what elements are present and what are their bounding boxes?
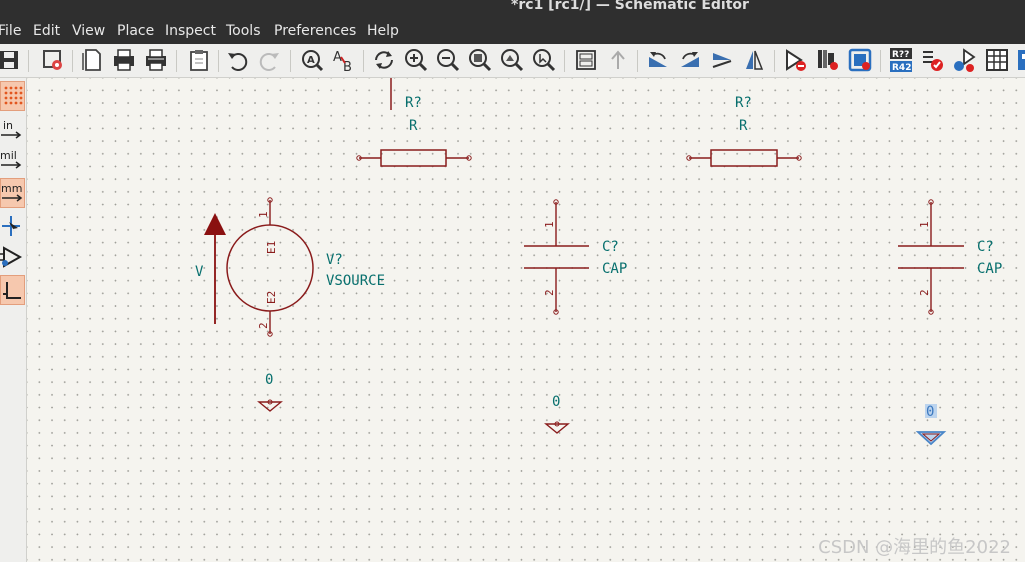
vsource-pin1-name: E1 <box>265 241 278 254</box>
ground-symbol-3[interactable]: 0 <box>915 404 947 446</box>
resistor-r2[interactable]: R? R <box>686 95 802 167</box>
vsource-pin1-number: 1 <box>257 211 270 218</box>
c1-pin2: 2 <box>543 289 556 296</box>
capacitor-c2[interactable]: 1 2 C? CAP <box>898 199 1002 315</box>
ground-symbol-2[interactable]: 0 <box>544 394 570 434</box>
c2-value: CAP <box>977 261 1002 277</box>
ground2-label: 0 <box>552 394 560 410</box>
c1-pin1: 1 <box>543 221 556 228</box>
vsource-pin2-number: 2 <box>257 322 270 329</box>
c1-reference: C? <box>602 239 619 255</box>
ground-symbol-1[interactable]: 0 <box>257 372 283 412</box>
watermark: CSDN @海里的鱼2022 <box>818 537 1011 558</box>
r2-value: R <box>739 118 748 134</box>
voltage-source-v1[interactable]: V 1 E1 E2 2 V? VSOURCE <box>195 197 385 337</box>
r1-reference: R? <box>405 95 422 111</box>
schematic-drawing: R? R R? R V 1 E1 E2 2 V? VSOURCE 1 2 C? … <box>195 78 1002 446</box>
r1-value: R <box>409 118 418 134</box>
vsource-value: VSOURCE <box>326 273 385 289</box>
c2-reference: C? <box>977 239 994 255</box>
c2-pin2: 2 <box>918 289 931 296</box>
vsource-reference: V? <box>326 252 343 268</box>
ground3-label: 0 <box>926 404 934 420</box>
c1-value: CAP <box>602 261 627 277</box>
c2-pin1: 1 <box>918 221 931 228</box>
ground1-label: 0 <box>265 372 273 388</box>
r2-reference: R? <box>735 95 752 111</box>
capacitor-c1[interactable]: 1 2 C? CAP <box>524 199 627 315</box>
vsource-arrow-label: V <box>195 264 204 280</box>
vsource-pin2-name: E2 <box>265 291 278 304</box>
resistor-r1[interactable]: R? R <box>356 95 472 167</box>
